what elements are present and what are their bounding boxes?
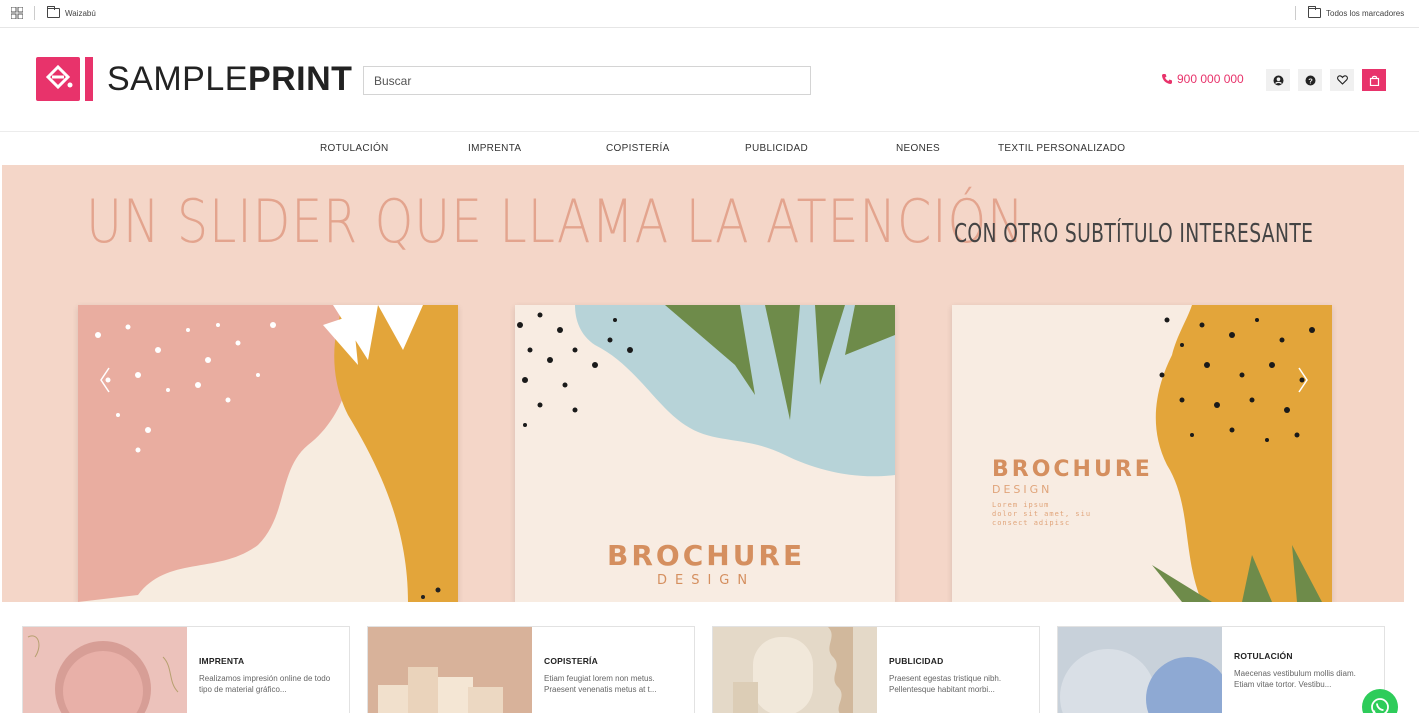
bookmarks-bar: Waizabú Todos los marcadores <box>0 0 1419 28</box>
category-card-copisteria[interactable]: COPISTERÍA Etiam feugiat lorem non metus… <box>367 626 695 713</box>
slider-subtitle: CON OTRO SUBTÍTULO INTERESANTE <box>954 219 1314 249</box>
heart-icon <box>1336 75 1348 85</box>
nav-item-imprenta[interactable]: IMPRENTA <box>468 143 521 154</box>
svg-text:?: ? <box>1308 76 1313 85</box>
category-body: PUBLICIDAD Praesent egestas tristique ni… <box>877 627 1039 713</box>
slide-card-center: BROCHURE DESIGN <box>515 305 895 602</box>
slide-card-right: BROCHURE DESIGN Lorem ipsum dolor sit am… <box>952 305 1332 602</box>
cart-button[interactable] <box>1362 69 1386 91</box>
apps-icon[interactable] <box>11 7 23 19</box>
nav-item-neones[interactable]: NEONES <box>896 143 940 154</box>
brochure-title-right: BROCHURE <box>992 457 1153 482</box>
whatsapp-icon <box>1371 698 1389 713</box>
main-nav: ROTULACIÓN IMPRENTA COPISTERÍA PUBLICIDA… <box>0 143 1419 157</box>
bookmarks-separator <box>1295 6 1296 20</box>
nav-item-textil-personalizado[interactable]: TEXTIL PERSONALIZADO <box>998 143 1125 154</box>
bookmark-folder-waizabu[interactable]: Waizabú <box>47 5 96 21</box>
category-image-art <box>1058 627 1222 713</box>
bookmark-folder-label: Waizabú <box>65 8 96 18</box>
brochure-subtitle-center: DESIGN <box>657 573 756 588</box>
brochure-body-line: dolor sit amet, siu <box>992 510 1092 518</box>
category-image <box>368 627 532 713</box>
brochure-body-line: Lorem ipsum <box>992 501 1050 509</box>
category-title: COPISTERÍA <box>544 656 598 666</box>
wishlist-button[interactable] <box>1330 69 1354 91</box>
header-divider <box>0 131 1419 132</box>
category-image-art <box>23 627 187 713</box>
chevron-right-icon[interactable] <box>1296 365 1310 395</box>
paint-bucket-icon <box>45 64 73 90</box>
category-description: Maecenas vestibulum mollis diam. Etiam v… <box>1234 669 1356 689</box>
folder-icon <box>47 6 60 18</box>
brochure-body-right: Lorem ipsum dolor sit amet, siu consect … <box>992 501 1091 528</box>
nav-item-copisteria[interactable]: COPISTERÍA <box>606 143 670 154</box>
chevron-left-icon[interactable] <box>98 365 112 395</box>
category-description: Realizamos impresión online de todo tipo… <box>199 674 331 694</box>
nav-item-publicidad[interactable]: PUBLICIDAD <box>745 143 808 154</box>
phone-icon <box>1162 74 1172 84</box>
site-logo[interactable]: SAMPLEPRINT <box>36 57 352 101</box>
hero-slider[interactable]: UN SLIDER QUE LLAMA LA ATENCIÓN CON OTRO… <box>2 165 1404 602</box>
brochure-title-center: BROCHURE <box>607 539 806 572</box>
folder-icon <box>1308 6 1321 18</box>
bookmark-folder-all[interactable]: Todos los marcadores <box>1308 5 1404 21</box>
logo-light-text: SAMPLE <box>107 59 248 98</box>
phone-number: 900 000 000 <box>1177 72 1244 86</box>
brochure-subtitle-right: DESIGN <box>992 483 1053 496</box>
category-image <box>713 627 877 713</box>
bookmark-folder-label: Todos los marcadores <box>1326 8 1405 18</box>
bookmarks-separator <box>34 6 35 20</box>
user-icon <box>1273 75 1283 85</box>
nav-item-rotulacion[interactable]: ROTULACIÓN <box>320 143 389 154</box>
category-image <box>23 627 187 713</box>
brochure-body-line: consect adipisc <box>992 519 1071 527</box>
phone-link[interactable]: 900 000 000 <box>1161 72 1244 86</box>
category-title: IMPRENTA <box>199 656 245 666</box>
category-body: ROTULACIÓN Maecenas vestibulum mollis di… <box>1222 627 1384 713</box>
bag-icon <box>1369 75 1379 86</box>
slider-title: UN SLIDER QUE LLAMA LA ATENCIÓN <box>86 187 1025 257</box>
category-card-imprenta[interactable]: IMPRENTA Realizamos impresión online de … <box>22 626 350 713</box>
category-image-art <box>713 627 877 713</box>
logo-wordmark: SAMPLEPRINT <box>107 60 352 99</box>
slide-card-left <box>78 305 458 602</box>
help-icon: ? <box>1305 75 1315 85</box>
brochure-artwork-left <box>78 305 458 602</box>
category-image <box>1058 627 1222 713</box>
category-description: Etiam feugiat lorem non metus. Praesent … <box>544 674 657 694</box>
help-button[interactable]: ? <box>1298 69 1322 91</box>
account-button[interactable] <box>1266 69 1290 91</box>
category-card-rotulacion[interactable]: ROTULACIÓN Maecenas vestibulum mollis di… <box>1057 626 1385 713</box>
category-description: Praesent egestas tristique nibh. Pellent… <box>889 674 1002 694</box>
logo-bold-text: PRINT <box>247 59 353 98</box>
whatsapp-button[interactable] <box>1362 689 1398 713</box>
brochure-artwork-right <box>952 305 1332 602</box>
category-image-art <box>368 627 532 713</box>
search-input[interactable] <box>363 66 811 95</box>
category-body: COPISTERÍA Etiam feugiat lorem non metus… <box>532 627 694 713</box>
category-card-publicidad[interactable]: PUBLICIDAD Praesent egestas tristique ni… <box>712 626 1040 713</box>
logo-bar <box>85 57 93 101</box>
category-title: PUBLICIDAD <box>889 656 944 666</box>
category-title: ROTULACIÓN <box>1234 651 1293 661</box>
category-body: IMPRENTA Realizamos impresión online de … <box>187 627 349 713</box>
logo-mark <box>36 57 80 101</box>
